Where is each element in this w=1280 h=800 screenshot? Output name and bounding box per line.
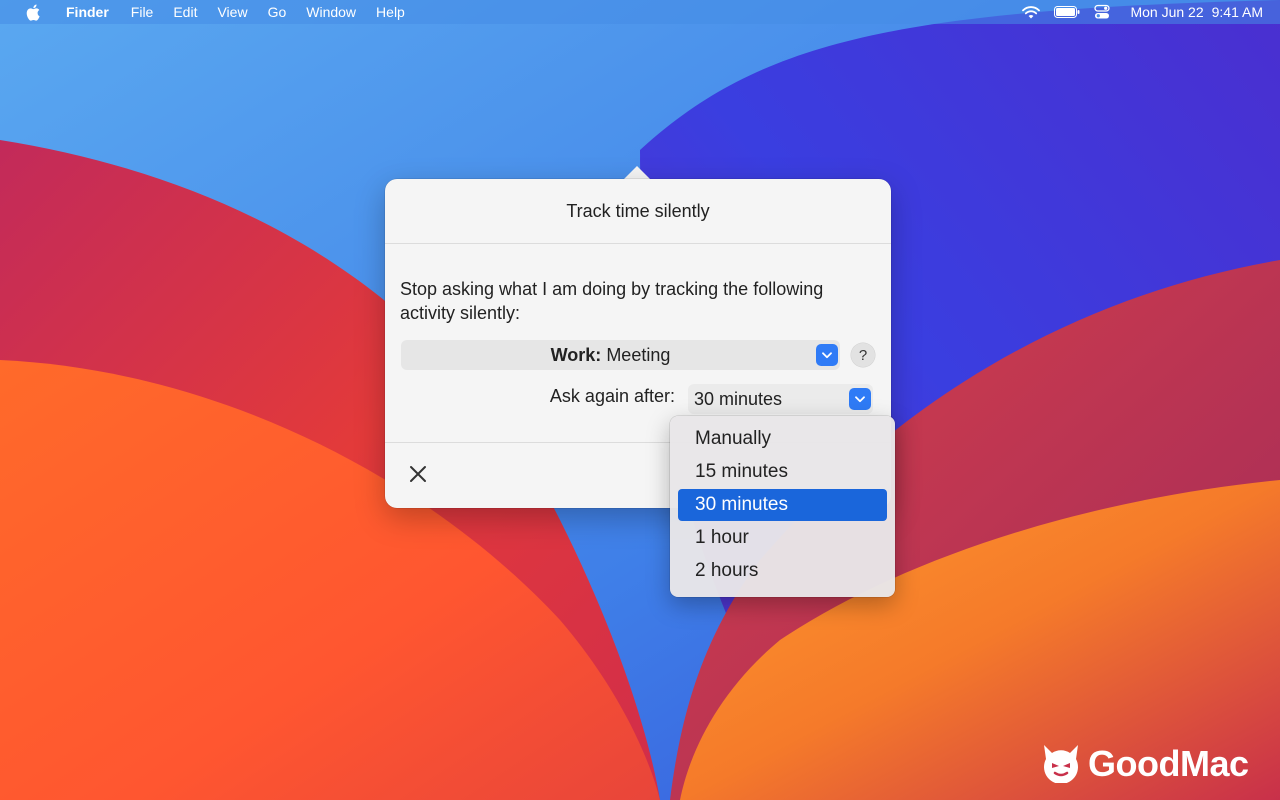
dropdown-option-1-hour[interactable]: 1 hour — [678, 522, 887, 554]
goodmac-logo-icon — [1040, 741, 1082, 788]
menubar-date: Mon Jun 22 — [1130, 4, 1204, 20]
dropdown-option-label: 1 hour — [695, 527, 749, 548]
menu-edit[interactable]: Edit — [173, 0, 197, 24]
dropdown-option-label: 2 hours — [695, 560, 759, 581]
menubar-time: 9:41 AM — [1211, 4, 1263, 20]
menu-bar: Finder File Edit View Go Window Help Mon… — [0, 0, 1280, 24]
menu-go[interactable]: Go — [268, 0, 287, 24]
activity-name: Meeting — [606, 344, 671, 365]
dropdown-option-15-minutes[interactable]: 15 minutes — [678, 456, 887, 488]
menu-app-name[interactable]: Finder — [66, 0, 109, 24]
dropdown-option-30-minutes[interactable]: 30 minutes — [678, 489, 887, 521]
popover-header: Track time silently — [385, 179, 891, 244]
menu-file[interactable]: File — [131, 0, 154, 24]
chevron-down-icon[interactable] — [816, 344, 838, 366]
control-center-icon[interactable] — [1094, 4, 1111, 20]
dropdown-option-label: Manually — [695, 428, 772, 449]
popover-body: Stop asking what I am doing by tracking … — [385, 244, 891, 443]
chevron-down-icon[interactable] — [849, 388, 871, 410]
ask-again-select[interactable]: 30 minutes — [688, 384, 873, 414]
activity-select[interactable]: Work: Meeting — [401, 340, 840, 370]
ask-again-value: 30 minutes — [694, 389, 783, 409]
menu-window[interactable]: Window — [306, 0, 356, 24]
menu-help[interactable]: Help — [376, 0, 405, 24]
popover-title: Track time silently — [566, 200, 710, 221]
ask-again-dropdown-menu: Manually 15 minutes 30 minutes 1 hour 2 … — [670, 416, 895, 597]
menubar-clock[interactable]: Mon Jun 22 9:41 AM — [1130, 4, 1263, 20]
watermark-brand: GoodMac — [1088, 743, 1249, 784]
popover-description: Stop asking what I am doing by tracking … — [400, 279, 824, 323]
menu-view[interactable]: View — [217, 0, 247, 24]
dropdown-option-2-hours[interactable]: 2 hours — [678, 555, 887, 587]
help-button[interactable]: ? — [851, 343, 875, 367]
activity-category: Work: — [550, 344, 602, 365]
ask-again-label: Ask again after: — [549, 386, 675, 406]
popover-arrow — [623, 166, 651, 180]
battery-icon[interactable] — [1054, 6, 1080, 18]
wifi-icon[interactable] — [1022, 5, 1041, 19]
close-icon[interactable] — [407, 463, 429, 485]
goodmac-watermark: GoodMac — [1040, 742, 1249, 786]
dropdown-option-label: 30 minutes — [695, 494, 788, 515]
dropdown-option-label: 15 minutes — [695, 461, 788, 482]
dropdown-option-manually[interactable]: Manually — [678, 423, 887, 455]
apple-logo-icon[interactable] — [26, 3, 42, 21]
